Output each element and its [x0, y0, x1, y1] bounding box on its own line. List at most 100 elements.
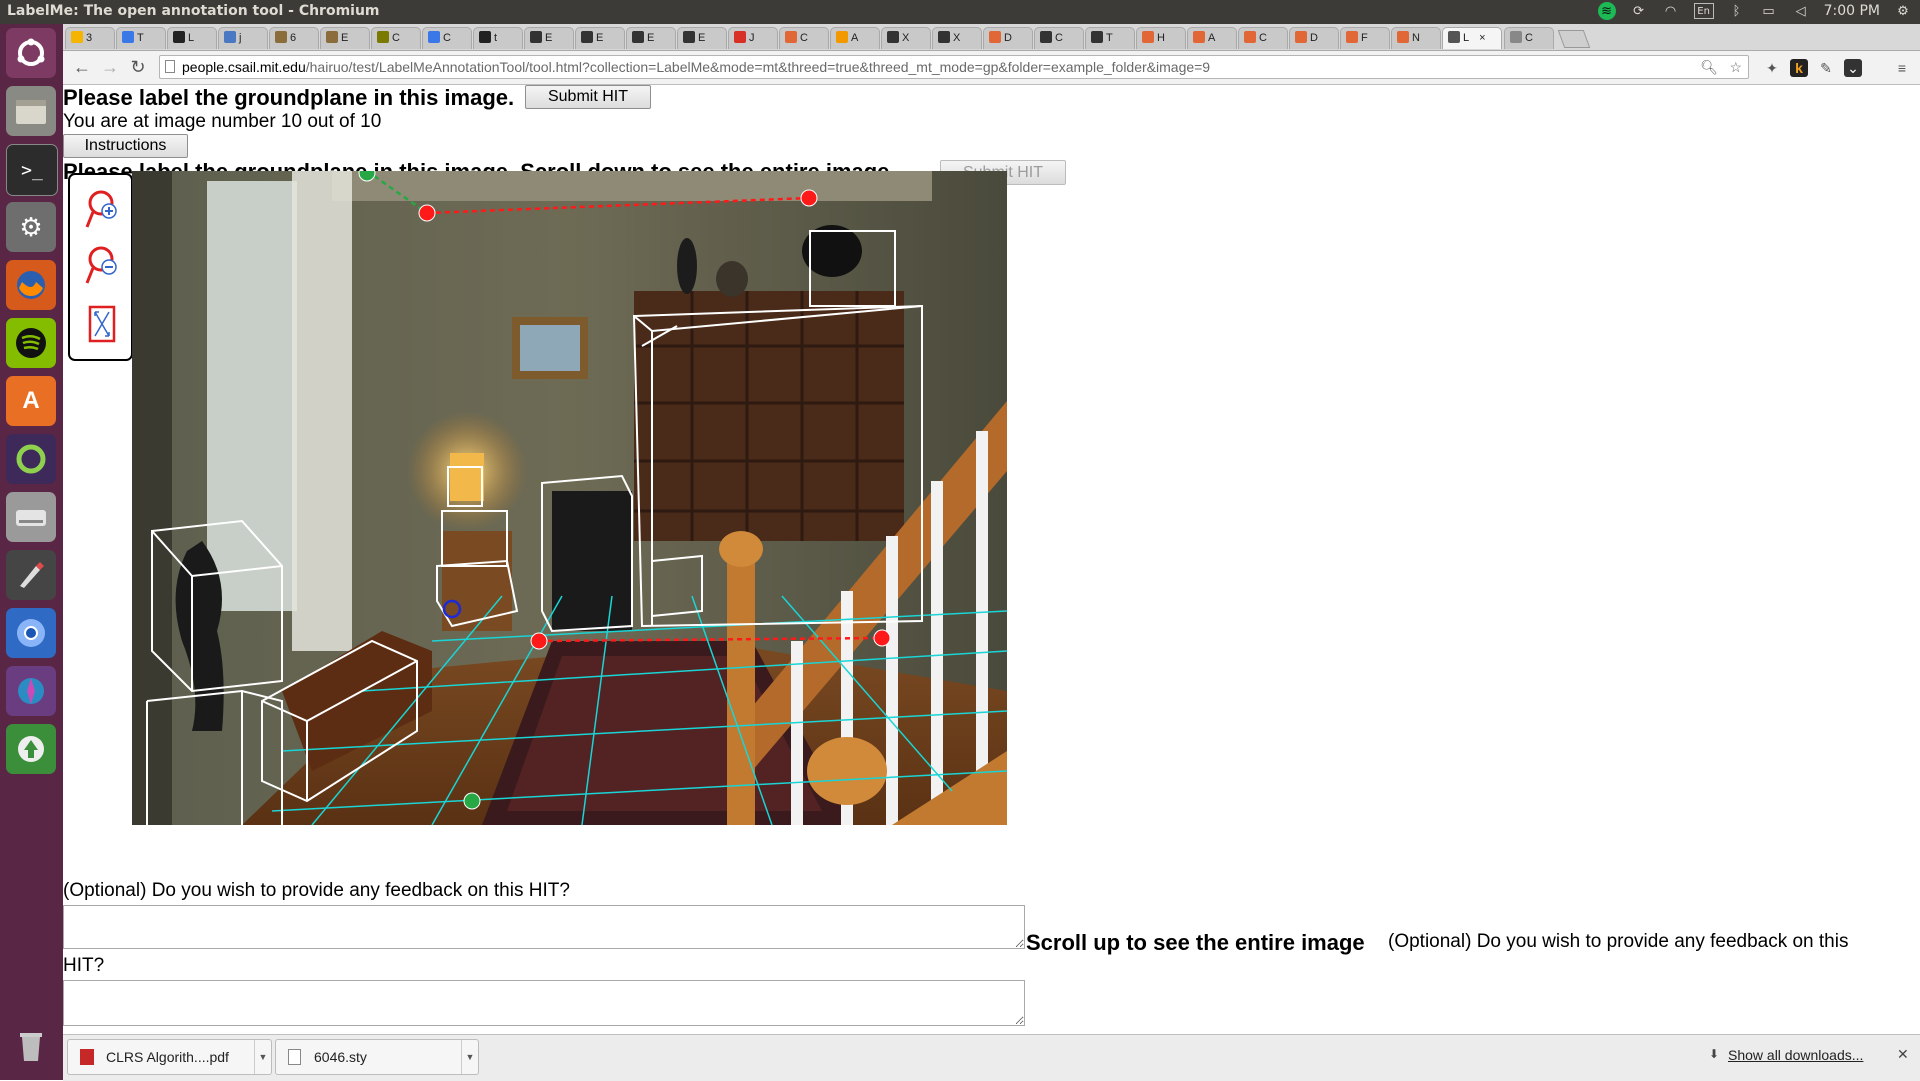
reload-icon[interactable]: ↻	[127, 56, 149, 78]
zoom-in-icon[interactable]	[84, 187, 120, 231]
browser-tab[interactable]: C	[779, 27, 829, 49]
chevron-down-icon[interactable]: ▼	[461, 1040, 478, 1074]
trash-icon[interactable]	[6, 1020, 56, 1070]
menu-icon[interactable]: ≡	[1893, 59, 1911, 77]
control-point-red[interactable]	[873, 629, 891, 647]
circle-app-icon[interactable]	[6, 434, 56, 484]
browser-tab[interactable]: C	[422, 27, 472, 49]
download-item-sty[interactable]: 6046.sty ▼	[275, 1039, 479, 1075]
tab-label: C	[392, 32, 400, 44]
close-icon[interactable]: ✕	[1897, 1046, 1909, 1063]
control-point-green[interactable]	[463, 792, 481, 810]
dash-home-icon[interactable]	[6, 28, 56, 78]
browser-tab[interactable]: T	[1085, 27, 1135, 49]
software-center-icon[interactable]: A	[6, 376, 56, 426]
browser-tab[interactable]: X	[881, 27, 931, 49]
show-all-downloads-link[interactable]: Show all downloads...	[1728, 1047, 1863, 1063]
browser-tab[interactable]: F	[1340, 27, 1390, 49]
extension-brush-icon[interactable]: ✎	[1817, 59, 1835, 77]
pocket-icon[interactable]: ⌄	[1844, 59, 1862, 77]
volume-icon[interactable]: ◁	[1792, 2, 1810, 20]
browser-tab[interactable]: E	[575, 27, 625, 49]
browser-tab[interactable]: E	[626, 27, 676, 49]
browser-tab[interactable]: N	[1391, 27, 1441, 49]
download-arrow-icon: ⬇	[1709, 1047, 1720, 1061]
feedback-prompt-secondary: (Optional) Do you wish to provide any fe…	[63, 931, 1849, 976]
puzzle-icon	[326, 31, 338, 43]
system-settings-icon[interactable]: ⚙	[6, 202, 56, 252]
tab-label: H	[1157, 32, 1165, 44]
newel-post	[727, 551, 755, 825]
browser-tab[interactable]: D	[983, 27, 1033, 49]
browser-tab[interactable]: j	[218, 27, 268, 49]
zoom-out-icon[interactable]	[84, 243, 120, 287]
browser-tab[interactable]: L	[167, 27, 217, 49]
browser-tab[interactable]: C	[1034, 27, 1084, 49]
chevron-down-icon[interactable]: ▼	[254, 1040, 271, 1074]
tab-label: X	[902, 32, 910, 44]
feedback-textarea-secondary[interactable]	[63, 980, 1025, 1026]
browser-tab[interactable]: D	[1289, 27, 1339, 49]
github-icon	[479, 31, 491, 43]
image-editor-icon[interactable]	[6, 550, 56, 600]
fit-to-screen-icon[interactable]	[84, 303, 120, 347]
back-arrow-icon[interactable]: ←	[71, 56, 93, 78]
zoom-magnifier-icon[interactable]: 🔍︎	[1700, 56, 1718, 78]
new-tab-button[interactable]	[1557, 30, 1591, 48]
tab-label: C	[443, 32, 451, 44]
bluetooth-icon[interactable]: ᛒ	[1728, 2, 1746, 20]
browser-tab[interactable]: C	[1504, 27, 1554, 49]
browser-tab[interactable]: A	[1187, 27, 1237, 49]
vase	[716, 261, 748, 297]
browser-tab[interactable]: H	[1136, 27, 1186, 49]
keyboard-layout-indicator[interactable]: En	[1693, 3, 1714, 19]
spotify-tray-icon[interactable]: ≋	[1597, 2, 1616, 20]
chromium-icon[interactable]	[6, 608, 56, 658]
battery-icon[interactable]: ▭	[1760, 2, 1778, 20]
downloads-bar: CLRS Algorith....pdf ▼ 6046.sty ▼ ⬇ Show…	[63, 1034, 1920, 1081]
shutter-icon[interactable]	[6, 666, 56, 716]
browser-tab[interactable]: 6	[269, 27, 319, 49]
tab-label: D	[1310, 32, 1318, 44]
settings-gear-icon[interactable]: ⚙	[1894, 2, 1912, 20]
spotify-icon[interactable]	[6, 318, 56, 368]
terminal-icon[interactable]: >_	[6, 144, 58, 196]
annotation-image[interactable]	[132, 171, 1007, 825]
control-point-red[interactable]	[800, 189, 818, 207]
tab-label: F	[1361, 32, 1368, 44]
wifi-icon[interactable]: ◠	[1662, 2, 1680, 20]
browser-tab[interactable]: C	[1238, 27, 1288, 49]
instructions-button[interactable]: Instructions	[63, 134, 188, 158]
browser-tab[interactable]: 3	[65, 27, 115, 49]
browser-tab[interactable]: T	[116, 27, 166, 49]
firefox-icon[interactable]	[6, 260, 56, 310]
clock[interactable]: 7:00 PM	[1824, 3, 1880, 19]
browser-tab[interactable]: A	[830, 27, 880, 49]
submit-hit-button[interactable]: Submit HIT	[525, 85, 651, 109]
browser-tab[interactable]: E	[524, 27, 574, 49]
control-point-red[interactable]	[530, 632, 548, 650]
forward-arrow-icon[interactable]: →	[99, 56, 121, 78]
browser-tab[interactable]: J	[728, 27, 778, 49]
matlab-icon	[785, 31, 797, 43]
tab-label: X	[953, 32, 961, 44]
browser-tab[interactable]: t	[473, 27, 523, 49]
update-manager-icon[interactable]	[6, 724, 56, 774]
k-extension-icon[interactable]: k	[1790, 59, 1808, 77]
download-item-pdf[interactable]: CLRS Algorith....pdf ▼	[67, 1039, 272, 1075]
extension-puzzle-icon[interactable]: ✦	[1763, 59, 1781, 77]
browser-tab[interactable]: C	[371, 27, 421, 49]
sync-icon[interactable]: ⟳	[1630, 2, 1648, 20]
tab-label: L	[188, 32, 195, 44]
address-bar[interactable]: people.csail.mit.edu/hairuo/test/LabelMe…	[159, 55, 1749, 79]
browser-tab[interactable]: E	[677, 27, 727, 49]
files-icon[interactable]	[6, 86, 56, 136]
bookmark-star-icon[interactable]: ☆	[1729, 56, 1742, 78]
browser-tab[interactable]: L ×	[1442, 27, 1502, 49]
browser-tab[interactable]: E	[320, 27, 370, 49]
browser-tab[interactable]: X	[932, 27, 982, 49]
drive-icon[interactable]	[6, 492, 56, 542]
unity-launcher: >_ ⚙ A	[0, 24, 63, 1080]
close-tab-icon[interactable]: ×	[1479, 32, 1485, 44]
control-point-red[interactable]	[418, 204, 436, 222]
